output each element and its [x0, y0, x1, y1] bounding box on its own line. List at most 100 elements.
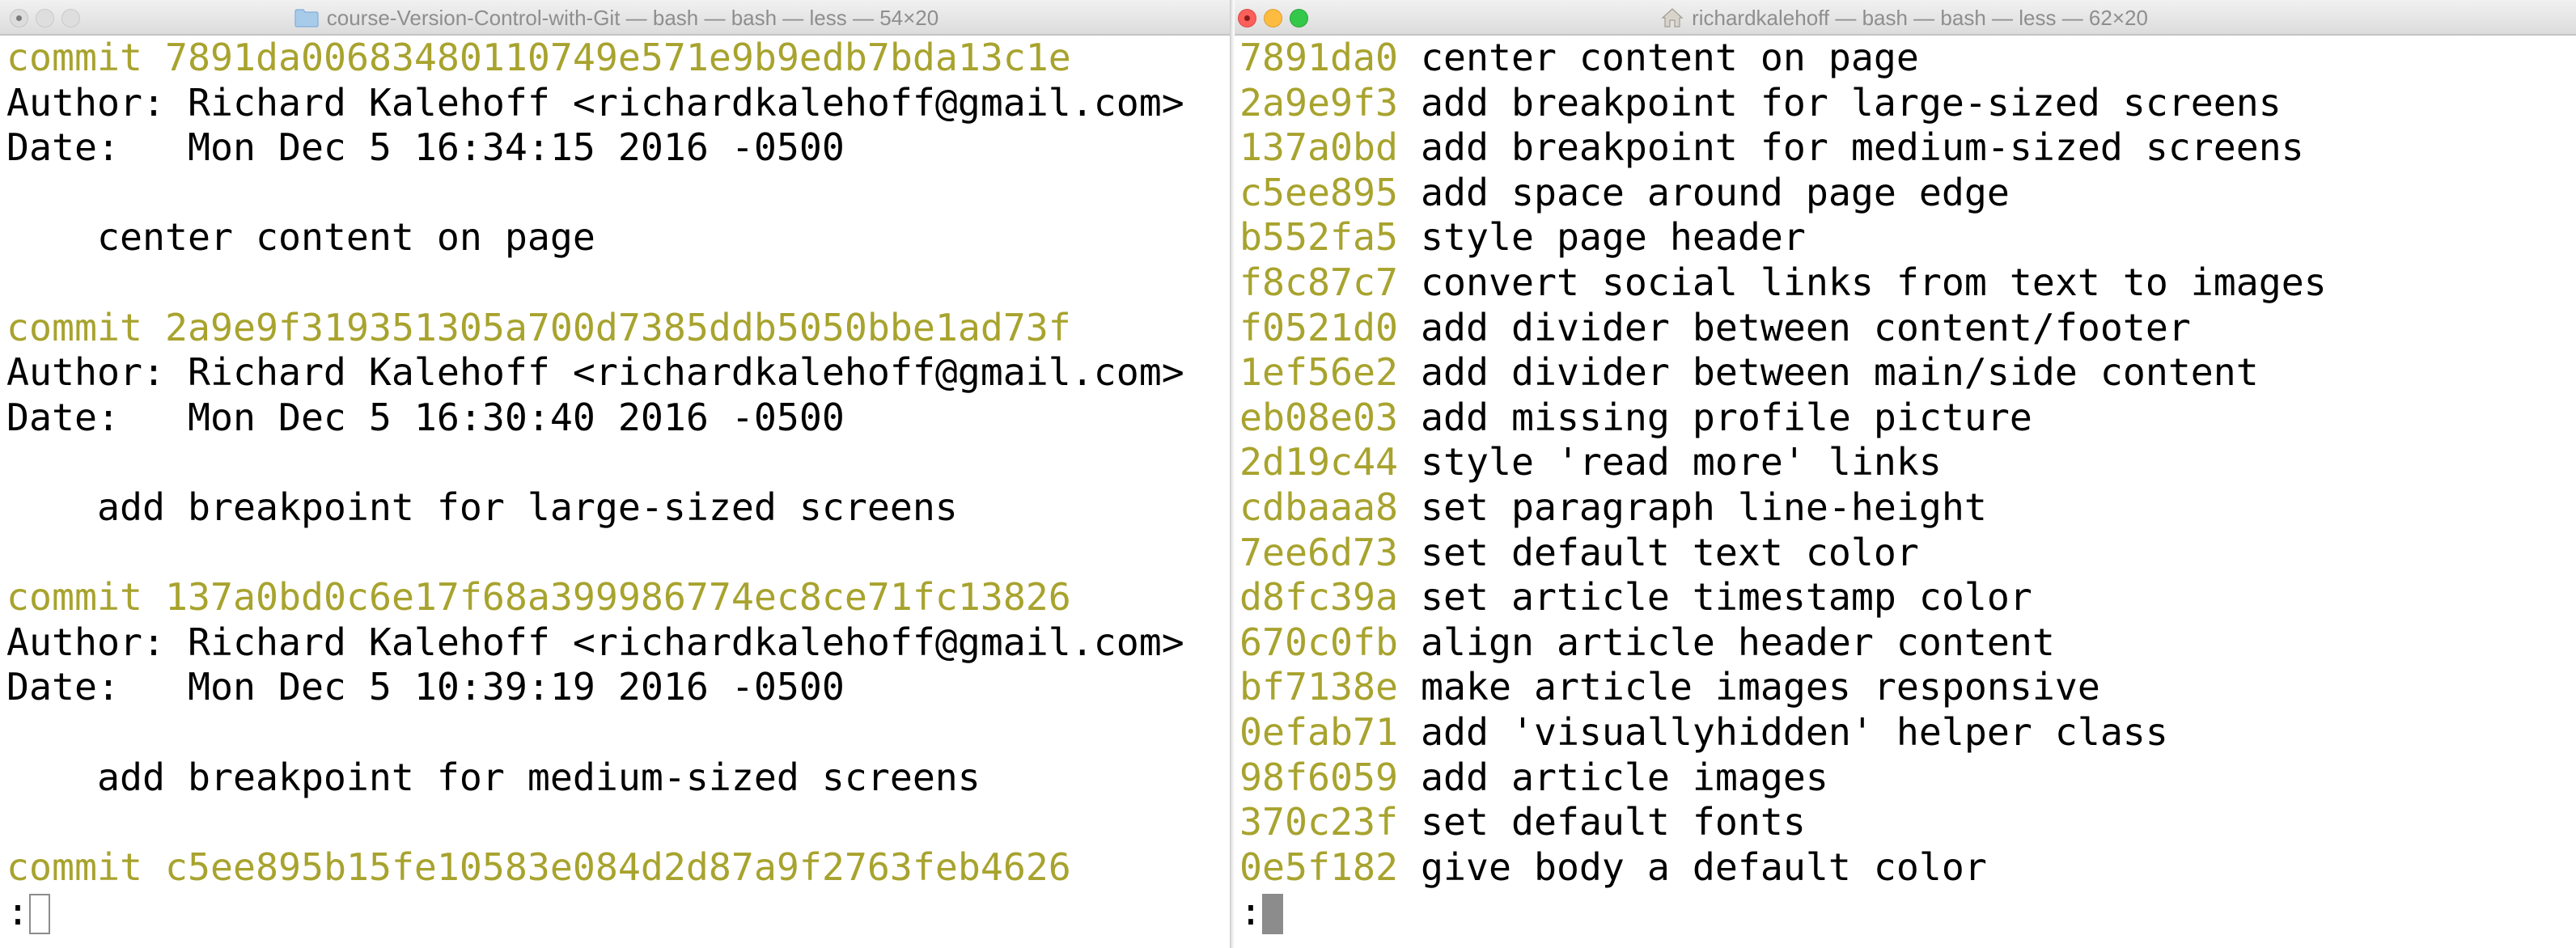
- less-prompt[interactable]: :: [1239, 890, 2576, 935]
- commit-line: commit 137a0bd0c6e17f68a399986774ec8ce71…: [6, 575, 1233, 620]
- commit-hash: 1ef56e2: [1239, 350, 1398, 395]
- commit-message: style page header: [1420, 215, 1806, 260]
- commit-hash: 137a0bd0c6e17f68a399986774ec8ce71fc13826: [164, 575, 1071, 620]
- commit-hash: 370c23f: [1239, 800, 1398, 844]
- log-row: 2a9e9f3 add breakpoint for large-sized s…: [1239, 81, 2576, 126]
- commit-message: add breakpoint for medium-sized screens: [6, 755, 981, 799]
- date-line: Date: Mon Dec 5 16:30:40 2016 -0500: [6, 395, 845, 439]
- commit-message: add divider between main/side content: [1420, 350, 2259, 395]
- commit-hash: 0e5f182: [1239, 844, 1398, 889]
- commit-hash: cdbaaa8: [1239, 485, 1398, 529]
- terminal-window-left[interactable]: course-Version-Control-with-Git — bash —…: [0, 0, 1233, 948]
- commit-hash: 7891da00683480110749e571e9b9edb7bda13c1e: [164, 36, 1071, 79]
- terminal-window-right[interactable]: richardkalehoff — bash — bash — less — 6…: [1233, 0, 2576, 948]
- commit-hash: 98f6059: [1239, 755, 1398, 799]
- author-line: Author: Richard Kalehoff <richardkalehof…: [6, 620, 1184, 664]
- commit-hash: 0efab71: [1239, 709, 1398, 754]
- log-row: f0521d0 add divider between content/foot…: [1239, 306, 2576, 351]
- commit-hash: b552fa5: [1239, 215, 1398, 260]
- cursor: [29, 894, 50, 935]
- less-prompt[interactable]: :: [6, 890, 1233, 935]
- commit-line: commit c5ee895b15fe10583e084d2d87a9f2763…: [6, 845, 1233, 891]
- terminal-output[interactable]: 7891da0 center content on page 2a9e9f3 ad…: [1239, 36, 2576, 948]
- log-row: 0e5f182 give body a default color: [1239, 845, 2576, 891]
- prompt-colon: :: [6, 890, 29, 934]
- cursor: [1262, 894, 1283, 935]
- commit-label: commit: [6, 844, 142, 889]
- commit-hash: bf7138e: [1239, 665, 1398, 709]
- home-icon: [1661, 8, 1684, 28]
- commit-message: add breakpoint for large-sized screens: [6, 485, 958, 529]
- date-line: Date: Mon Dec 5 16:34:15 2016 -0500: [6, 125, 845, 170]
- commit-hash: 2a9e9f319351305a700d7385ddb5050bbe1ad73f: [164, 305, 1071, 349]
- commit-message: set default text color: [1420, 530, 1919, 574]
- commit-label: commit: [6, 305, 142, 349]
- commit-hash: c5ee895b15fe10583e084d2d87a9f2763feb4626: [164, 844, 1071, 889]
- log-row: 2d19c44 style 'read more' links: [1239, 440, 2576, 485]
- commit-message: set paragraph line-height: [1420, 485, 1987, 529]
- log-row: 670c0fb align article header content: [1239, 620, 2576, 666]
- commit-label: commit: [6, 36, 142, 79]
- commit-message: give body a default color: [1420, 844, 1987, 889]
- commit-message: align article header content: [1420, 620, 2055, 664]
- commit-message: style 'read more' links: [1420, 440, 1942, 485]
- author-line: Author: Richard Kalehoff <richardkalehof…: [6, 350, 1184, 395]
- log-row: d8fc39a set article timestamp color: [1239, 575, 2576, 620]
- log-row: bf7138e make article images responsive: [1239, 665, 2576, 710]
- commit-message: add space around page edge: [1420, 170, 2010, 214]
- log-row: cdbaaa8 set paragraph line-height: [1239, 485, 2576, 531]
- commit-hash: 7891da0: [1239, 36, 1398, 79]
- log-row: 370c23f set default fonts: [1239, 800, 2576, 845]
- window-title: course-Version-Control-with-Git — bash —…: [0, 0, 1233, 36]
- prompt-colon: :: [1239, 890, 1262, 934]
- commit-hash: d8fc39a: [1239, 575, 1398, 620]
- commit-hash: 137a0bd: [1239, 125, 1398, 170]
- commit-hash: 2d19c44: [1239, 440, 1398, 485]
- commit-hash: eb08e03: [1239, 395, 1398, 439]
- terminal-output[interactable]: commit 7891da00683480110749e571e9b9edb7b…: [6, 36, 1233, 948]
- commit-message: add article images: [1420, 755, 1828, 799]
- commit-message: convert social links from text to images: [1420, 260, 2327, 304]
- title-bar[interactable]: course-Version-Control-with-Git — bash —…: [0, 0, 1233, 36]
- window-title: richardkalehoff — bash — bash — less — 6…: [1233, 0, 2576, 36]
- commit-message: center content on page: [1420, 36, 1919, 79]
- log-row: c5ee895 add space around page edge: [1239, 171, 2576, 216]
- commit-label: commit: [6, 575, 142, 620]
- log-row: 1ef56e2 add divider between main/side co…: [1239, 350, 2576, 396]
- window-title-text: course-Version-Control-with-Git — bash —…: [326, 6, 939, 30]
- log-row: f8c87c7 convert social links from text t…: [1239, 260, 2576, 306]
- log-row: 7891da0 center content on page: [1239, 36, 2576, 81]
- log-row: 98f6059 add article images: [1239, 755, 2576, 801]
- author-line: Author: Richard Kalehoff <richardkalehof…: [6, 80, 1184, 125]
- log-row: 7ee6d73 set default text color: [1239, 531, 2576, 576]
- commit-message: add divider between content/footer: [1420, 305, 2191, 349]
- commit-line: commit 7891da00683480110749e571e9b9edb7b…: [6, 36, 1233, 81]
- date-line: Date: Mon Dec 5 10:39:19 2016 -0500: [6, 665, 845, 709]
- commit-message: add missing profile picture: [1420, 395, 2032, 439]
- commit-hash: f0521d0: [1239, 305, 1398, 349]
- commit-message: center content on page: [6, 215, 595, 260]
- title-bar[interactable]: richardkalehoff — bash — bash — less — 6…: [1233, 0, 2576, 36]
- commit-line: commit 2a9e9f319351305a700d7385ddb5050bb…: [6, 306, 1233, 351]
- log-row: eb08e03 add missing profile picture: [1239, 396, 2576, 441]
- log-row: 0efab71 add 'visuallyhidden' helper clas…: [1239, 710, 2576, 755]
- commit-message: add breakpoint for large-sized screens: [1420, 80, 2282, 125]
- commit-hash: 2a9e9f3: [1239, 80, 1398, 125]
- commit-message: set article timestamp color: [1420, 575, 2032, 620]
- commit-hash: 670c0fb: [1239, 620, 1398, 664]
- commit-hash: 7ee6d73: [1239, 530, 1398, 574]
- log-row: 137a0bd add breakpoint for medium-sized …: [1239, 125, 2576, 171]
- folder-icon: [294, 9, 319, 28]
- log-row: b552fa5 style page header: [1239, 215, 2576, 260]
- commit-hash: c5ee895: [1239, 170, 1398, 214]
- commit-message: add breakpoint for medium-sized screens: [1420, 125, 2304, 170]
- window-title-text: richardkalehoff — bash — bash — less — 6…: [1692, 6, 2148, 30]
- window-divider: [1230, 0, 1235, 948]
- commit-message: add 'visuallyhidden' helper class: [1420, 709, 2168, 754]
